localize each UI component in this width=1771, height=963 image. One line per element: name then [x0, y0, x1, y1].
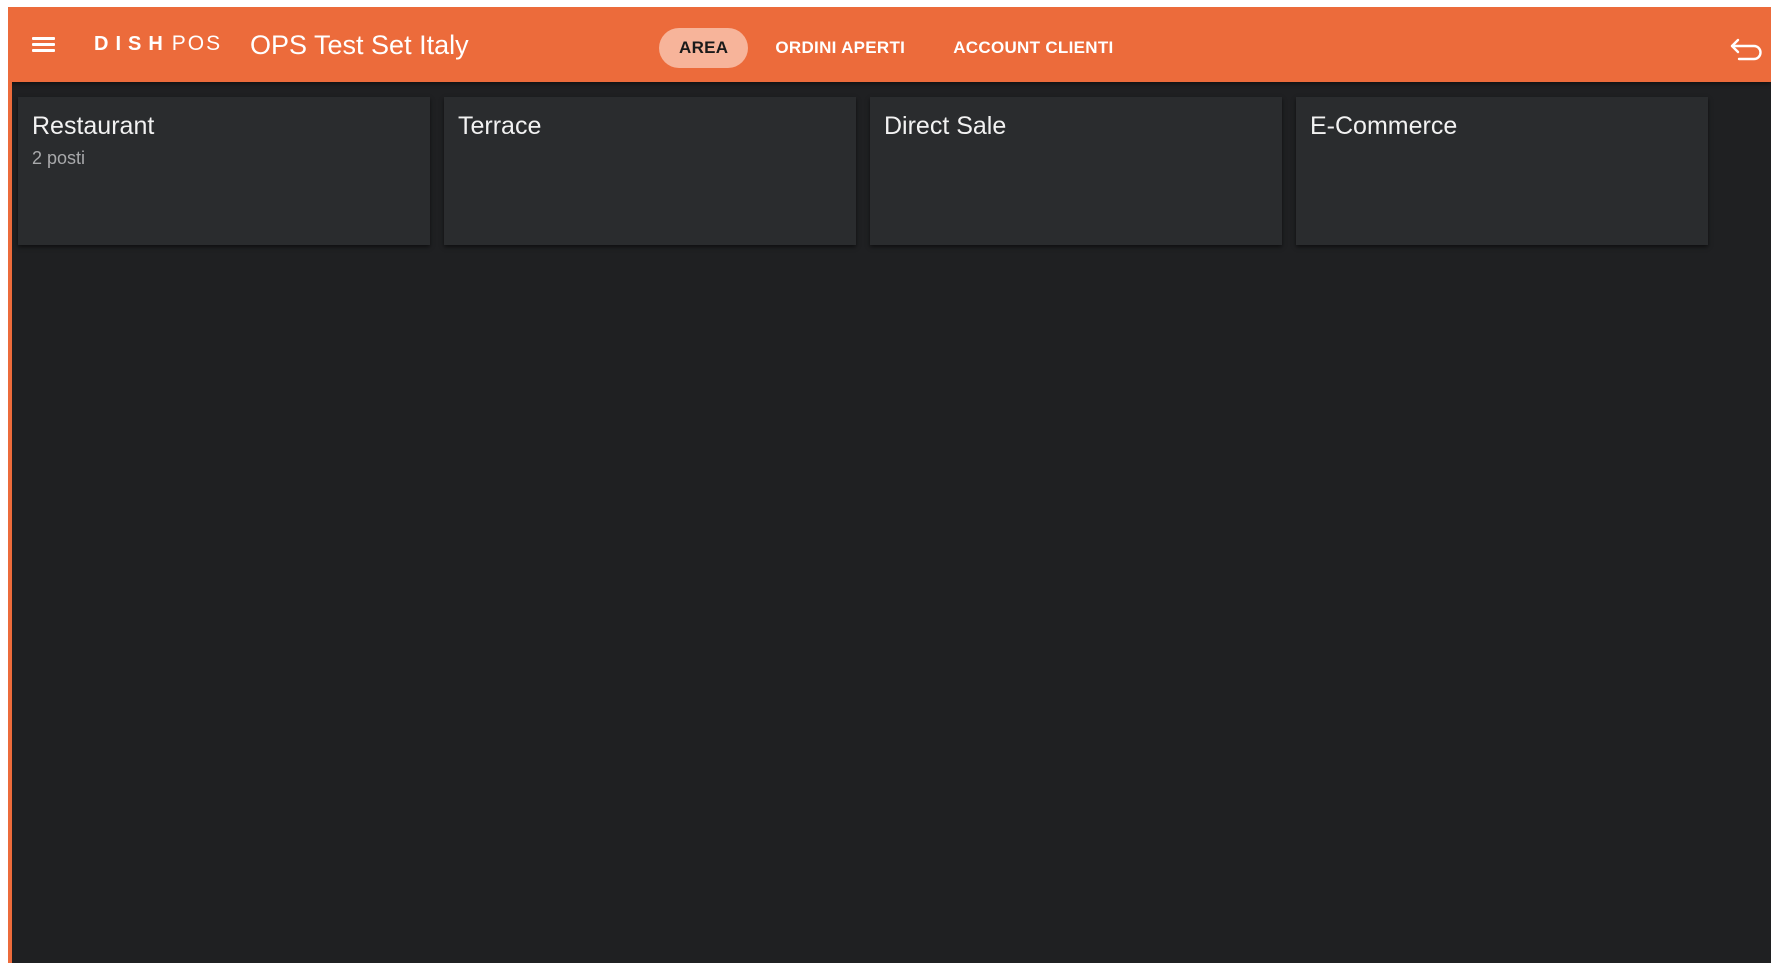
area-card-direct-sale[interactable]: Direct Sale: [870, 97, 1282, 245]
pos-app: DISHPOS OPS Test Set Italy AREA ORDINI A…: [8, 7, 1771, 963]
top-app-bar: DISHPOS OPS Test Set Italy AREA ORDINI A…: [8, 7, 1771, 82]
back-arrow-icon[interactable]: [1729, 31, 1765, 65]
area-card-list: Restaurant 2 posti Terrace Direct Sale E…: [18, 97, 1708, 245]
area-card-terrace[interactable]: Terrace: [444, 97, 856, 245]
logo-dish-text: DISH: [94, 33, 170, 55]
tab-bar: AREA ORDINI APERTI ACCOUNT CLIENTI: [659, 28, 1133, 68]
area-card-title: Restaurant: [32, 112, 155, 140]
area-card-subtitle: 2 posti: [32, 148, 86, 168]
area-card-e-commerce[interactable]: E-Commerce: [1296, 97, 1708, 245]
app-logo: DISHPOS: [94, 29, 222, 59]
tab-area[interactable]: AREA: [659, 28, 749, 68]
logo-pos-text: POS: [171, 32, 223, 55]
tab-account-clienti[interactable]: ACCOUNT CLIENTI: [934, 28, 1132, 68]
tab-ordini-aperti[interactable]: ORDINI APERTI: [756, 28, 924, 68]
store-name: OPS Test Set Italy: [250, 30, 469, 60]
hamburger-menu-icon[interactable]: [28, 29, 58, 59]
screen-frame: DISHPOS OPS Test Set Italy AREA ORDINI A…: [0, 0, 1771, 963]
area-card-title: Direct Sale: [884, 112, 1007, 140]
left-accent-strip: [8, 7, 12, 963]
area-card-title: Terrace: [458, 112, 542, 140]
area-card-title: E-Commerce: [1310, 112, 1458, 140]
area-card-restaurant[interactable]: Restaurant 2 posti: [18, 97, 430, 245]
